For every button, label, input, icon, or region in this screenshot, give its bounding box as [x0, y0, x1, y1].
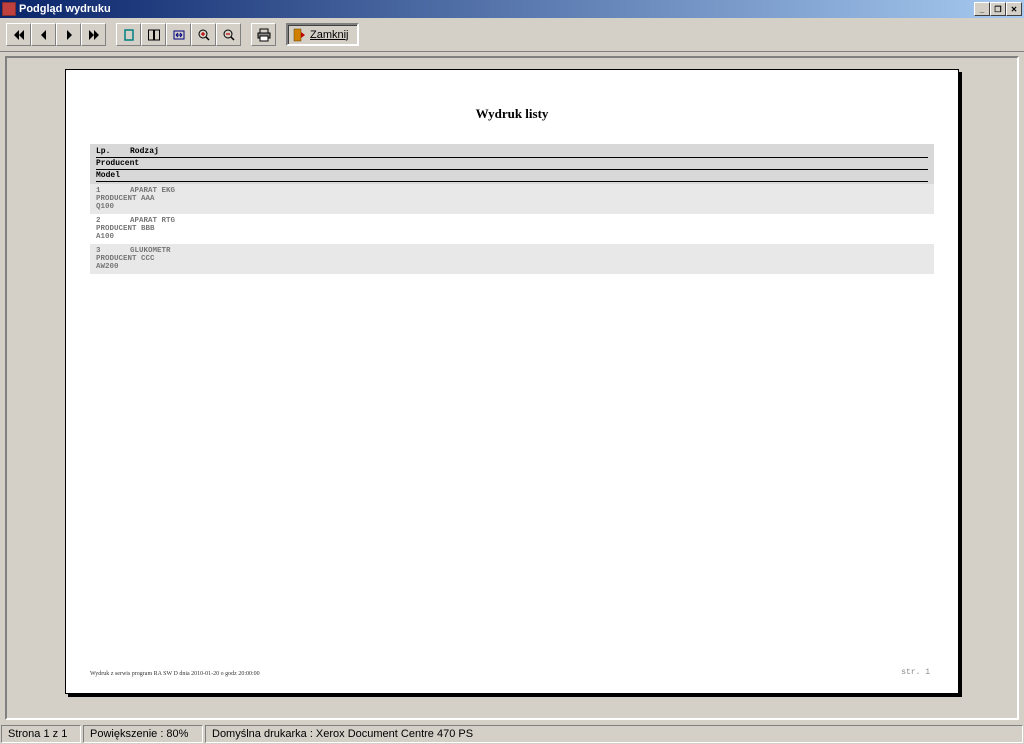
- cell-model: Q100: [96, 203, 928, 211]
- cell-lp: 1: [96, 187, 130, 195]
- print-button[interactable]: [251, 23, 276, 46]
- report-title: Wydruk listy: [90, 106, 934, 122]
- cell-model: A100: [96, 233, 928, 241]
- multi-page-icon: [147, 28, 161, 42]
- status-page: Strona 1 z 1: [1, 725, 81, 743]
- prev-page-button[interactable]: [31, 23, 56, 46]
- header-producent: Producent: [96, 159, 139, 168]
- zoom-in-button[interactable]: [191, 23, 216, 46]
- view-group: [116, 23, 241, 46]
- first-page-button[interactable]: [6, 23, 31, 46]
- cell-producent: PRODUCENT CCC: [96, 255, 928, 263]
- window-title: Podgląd wydruku: [19, 3, 974, 15]
- statusbar: Strona 1 z 1 Powiększenie : 80% Domyślna…: [0, 724, 1024, 744]
- cell-producent: PRODUCENT BBB: [96, 225, 928, 233]
- zoom-in-icon: [197, 28, 211, 42]
- status-zoom: Powiększenie : 80%: [83, 725, 203, 743]
- door-icon: [292, 28, 306, 42]
- preview-area: Wydruk listy Lp. Rodzaj Producent Model …: [5, 56, 1019, 720]
- table-row: 1APARAT EKG PRODUCENT AAA Q100: [90, 184, 934, 214]
- print-group: [251, 23, 276, 46]
- first-page-icon: [12, 28, 26, 42]
- cell-rodzaj: APARAT RTG: [130, 217, 175, 225]
- print-icon: [257, 28, 271, 42]
- nav-group: [6, 23, 106, 46]
- table-row: 3GLUKOMETR PRODUCENT CCC AW200: [90, 244, 934, 274]
- minimize-button[interactable]: _: [974, 2, 990, 16]
- next-page-icon: [62, 28, 76, 42]
- table-row: 2APARAT RTG PRODUCENT BBB A100: [90, 214, 934, 244]
- close-label: Zamknij: [310, 29, 349, 41]
- maximize-button[interactable]: ❐: [990, 2, 1006, 16]
- next-page-button[interactable]: [56, 23, 81, 46]
- report-header: Lp. Rodzaj Producent Model: [90, 144, 934, 184]
- last-page-button[interactable]: [81, 23, 106, 46]
- close-window-button[interactable]: ✕: [1006, 2, 1022, 16]
- prev-page-icon: [37, 28, 51, 42]
- single-page-icon: [122, 28, 136, 42]
- header-model: Model: [96, 171, 120, 180]
- titlebar: Podgląd wydruku _ ❐ ✕: [0, 0, 1024, 18]
- cell-lp: 3: [96, 247, 130, 255]
- fit-width-icon: [172, 28, 186, 42]
- zoom-out-button[interactable]: [216, 23, 241, 46]
- page-footer-right: str. 1: [901, 668, 930, 677]
- status-printer: Domyślna drukarka : Xerox Document Centr…: [205, 725, 1023, 743]
- close-button[interactable]: Zamknij: [286, 23, 359, 46]
- zoom-out-icon: [222, 28, 236, 42]
- cell-rodzaj: GLUKOMETR: [130, 247, 171, 255]
- cell-model: AW200: [96, 263, 928, 271]
- last-page-icon: [87, 28, 101, 42]
- header-lp: Lp.: [96, 147, 130, 156]
- preview-page: Wydruk listy Lp. Rodzaj Producent Model …: [65, 69, 959, 694]
- toolbar: Zamknij: [0, 18, 1024, 52]
- window-controls: _ ❐ ✕: [974, 2, 1022, 16]
- cell-rodzaj: APARAT EKG: [130, 187, 175, 195]
- cell-lp: 2: [96, 217, 130, 225]
- single-page-button[interactable]: [116, 23, 141, 46]
- header-rodzaj: Rodzaj: [130, 147, 159, 156]
- cell-producent: PRODUCENT AAA: [96, 195, 928, 203]
- page-footer-left: Wydruk z serwis program RA SW D dnia 201…: [90, 671, 260, 677]
- fit-width-button[interactable]: [166, 23, 191, 46]
- app-icon: [2, 2, 16, 16]
- multi-page-button[interactable]: [141, 23, 166, 46]
